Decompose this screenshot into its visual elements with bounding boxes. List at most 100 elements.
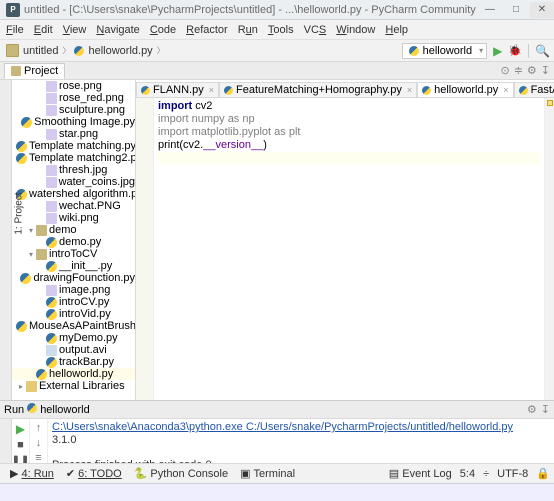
tree-item[interactable]: wechat.PNG — [12, 200, 135, 212]
tree-item[interactable]: water_coins.jpg — [12, 176, 135, 188]
side-strip-left[interactable]: 1: Project — [0, 80, 12, 400]
menu-tools[interactable]: Tools — [268, 24, 294, 36]
file-icon — [46, 309, 57, 320]
side-label-project[interactable]: 1: Project — [14, 192, 25, 234]
project-tree[interactable]: rose.pngrose_red.pngsculpture.pngSmoothi… — [12, 80, 136, 400]
tree-item[interactable]: watershed algorithm.py — [12, 188, 135, 200]
tree-item[interactable]: output.avi — [12, 344, 135, 356]
file-icon — [16, 321, 27, 332]
encoding[interactable]: UTF-8 — [497, 468, 528, 480]
menu-edit[interactable]: Edit — [34, 24, 53, 36]
maximize-button[interactable]: □ — [504, 2, 528, 18]
toolwin-terminal[interactable]: ▣ Terminal — [234, 467, 301, 480]
up-icon[interactable]: ↑ — [36, 422, 42, 434]
hide-icon[interactable]: ↧ — [541, 64, 550, 77]
minimize-button[interactable]: — — [478, 2, 502, 18]
close-button[interactable]: ✕ — [530, 2, 554, 18]
toolwin-run[interactable]: ▶ 4: Run — [4, 467, 60, 480]
tree-item[interactable]: sculpture.png — [12, 104, 135, 116]
menu-help[interactable]: Help — [385, 24, 408, 36]
settings-icon[interactable]: ⚙ — [527, 64, 537, 77]
menu-navigate[interactable]: Navigate — [96, 24, 139, 36]
menu-run[interactable]: Run — [238, 24, 258, 36]
tree-item-label: Template matching.py — [29, 140, 136, 152]
stop-icon[interactable]: ■ — [17, 439, 24, 451]
menu-code[interactable]: Code — [150, 24, 176, 36]
editor-tab[interactable]: helloworld.py× — [417, 82, 513, 97]
editor-tab[interactable]: FLANN.py × — [136, 82, 219, 97]
lock-icon[interactable]: 🔒 — [536, 467, 550, 480]
tree-toggle-icon[interactable]: ▸ — [16, 382, 26, 391]
tree-item[interactable]: ▾demo — [12, 224, 135, 236]
run-settings-icon[interactable]: ⚙ — [527, 403, 537, 416]
down-icon[interactable]: ↓ — [36, 437, 42, 449]
tree-item[interactable]: rose.png — [12, 80, 135, 92]
file-icon — [46, 93, 57, 104]
tab-close-icon[interactable]: × — [503, 85, 508, 95]
menu-refactor[interactable]: Refactor — [186, 24, 228, 36]
tree-item[interactable]: helloworld.py — [12, 368, 135, 380]
tree-item-label: drawingFounction.py — [33, 272, 135, 284]
python-file-icon — [141, 86, 150, 95]
toolwin-todo[interactable]: ✔ 6: TODO — [60, 467, 128, 480]
menu-vcs[interactable]: VCS — [304, 24, 327, 36]
run-button[interactable]: ▶ — [493, 44, 502, 58]
run-hide-icon[interactable]: ↧ — [541, 403, 550, 416]
tree-item[interactable]: trackBar.py — [12, 356, 135, 368]
python-file-icon — [519, 86, 528, 95]
code-editor[interactable]: import cv2 import numpy as np import mat… — [154, 98, 544, 400]
os-taskbar[interactable] — [0, 483, 554, 501]
tree-item[interactable]: thresh.jpg — [12, 164, 135, 176]
tree-item[interactable]: star.png — [12, 128, 135, 140]
tab-close-icon[interactable]: × — [407, 85, 412, 95]
tree-item[interactable]: drawingFounction.py — [12, 272, 135, 284]
file-icon — [46, 81, 57, 92]
tree-item[interactable]: ▾introToCV — [12, 248, 135, 260]
menu-window[interactable]: Window — [336, 24, 375, 36]
tree-item[interactable]: Template matching.py — [12, 140, 135, 152]
editor-tab[interactable]: FeatureMatching+Homography.py× — [219, 82, 417, 97]
tree-item[interactable]: myDemo.py — [12, 332, 135, 344]
collapse-icon[interactable]: ≑ — [514, 64, 523, 77]
project-tab[interactable]: Project — [4, 63, 65, 79]
warning-marker-icon[interactable] — [547, 100, 553, 106]
editor-tab-bar: FLANN.py×FeatureMatching+Homography.py×h… — [136, 80, 554, 98]
debug-button[interactable]: 🐞 — [508, 44, 522, 57]
tree-toggle-icon[interactable]: ▾ — [26, 226, 36, 235]
event-log[interactable]: ▤ Event Log — [389, 467, 452, 480]
tree-item[interactable]: Template matching2.py — [12, 152, 135, 164]
tree-item[interactable]: introCV.py — [12, 296, 135, 308]
tree-item[interactable]: demo.py — [12, 236, 135, 248]
tree-item-label: image.png — [59, 284, 110, 296]
tree-item[interactable]: __init__.py — [12, 260, 135, 272]
file-icon — [46, 333, 57, 344]
tree-item[interactable]: ▸External Libraries — [12, 380, 135, 392]
editor-tab-label: FLANN.py — [153, 84, 204, 96]
gutter[interactable] — [136, 98, 154, 400]
rerun-icon[interactable]: ▶ — [16, 422, 25, 436]
breadcrumb-root[interactable]: untitled — [4, 44, 60, 57]
file-icon — [36, 225, 47, 236]
toolwin-python-console[interactable]: 🐍 Python Console — [128, 467, 234, 480]
tree-item[interactable]: MouseAsAPaintBrush.py — [12, 320, 135, 332]
error-stripe[interactable] — [544, 98, 554, 400]
tree-item-label: star.png — [59, 128, 98, 140]
breadcrumb-file[interactable]: helloworld.py — [72, 45, 154, 57]
tree-toggle-icon[interactable]: ▾ — [26, 250, 36, 259]
line-separator[interactable]: ÷ — [483, 468, 489, 480]
caret-position[interactable]: 5:4 — [460, 468, 475, 480]
menu-view[interactable]: View — [63, 24, 87, 36]
menu-file[interactable]: File — [6, 24, 24, 36]
tree-item[interactable]: image.png — [12, 284, 135, 296]
tree-item[interactable]: Smoothing Image.py — [12, 116, 135, 128]
tab-close-icon[interactable]: × — [209, 85, 214, 95]
tree-item[interactable]: rose_red.png — [12, 92, 135, 104]
tree-item[interactable]: introVid.py — [12, 308, 135, 320]
run-tab[interactable]: helloworld — [24, 403, 90, 416]
tree-item-label: helloworld.py — [49, 368, 113, 380]
scope-icon[interactable]: ⊙ — [500, 64, 509, 77]
run-config-selector[interactable]: helloworld ▾ — [402, 43, 488, 59]
tree-item[interactable]: wiki.png — [12, 212, 135, 224]
editor-tab[interactable]: FastAlogrithom.py× — [514, 82, 554, 97]
search-icon[interactable]: 🔍 — [535, 44, 550, 58]
